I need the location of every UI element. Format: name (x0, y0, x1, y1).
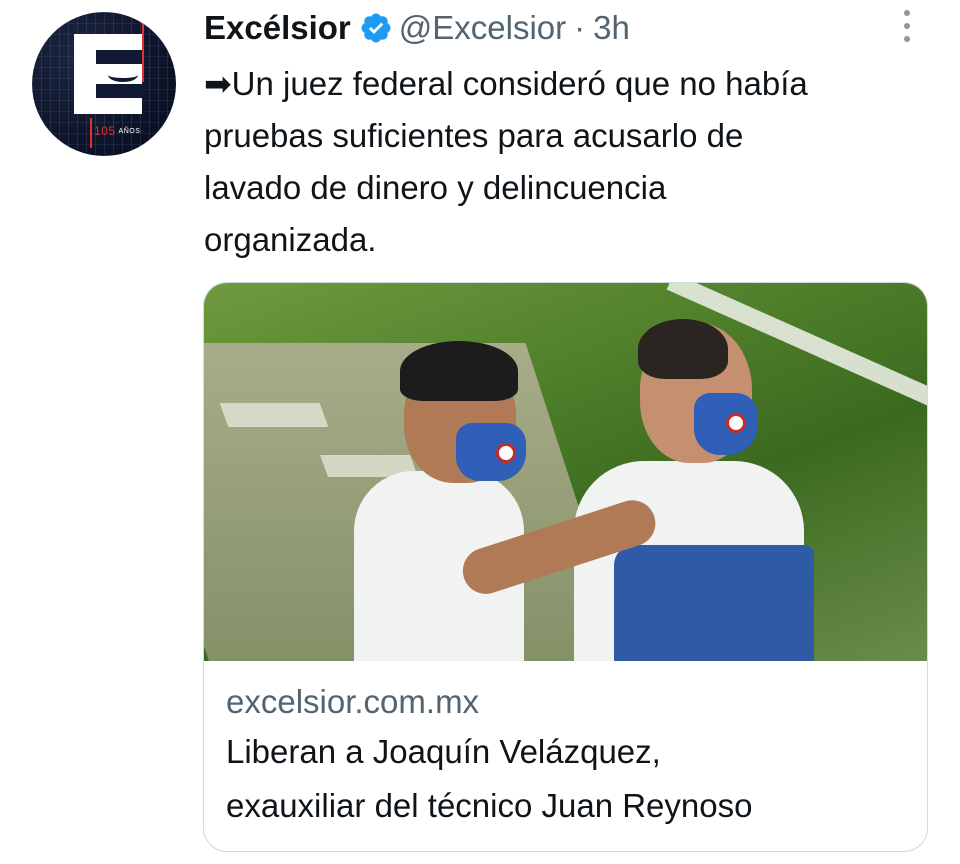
card-info[interactable]: excelsior.com.mx Liberan a Joaquín Veláz… (226, 679, 916, 833)
link-preview-card[interactable]: excelsior.com.mx Liberan a Joaquín Veláz… (203, 282, 928, 852)
anniversary-label: 105 AÑOS (94, 124, 140, 138)
tweet-header: Excélsior @Excelsior · 3h (204, 8, 630, 48)
author-handle[interactable]: @Excelsior (399, 9, 566, 47)
excelsior-logo-icon (74, 34, 142, 114)
author-name[interactable]: Excélsior (204, 9, 351, 47)
tweet-timestamp[interactable]: 3h (593, 9, 630, 47)
card-domain: excelsior.com.mx (226, 683, 480, 720)
more-options-icon[interactable] (895, 6, 919, 46)
avatar-accent-line (142, 22, 144, 82)
avatar-accent-line (90, 118, 92, 148)
header-separator: · (574, 9, 586, 46)
verified-badge-icon (361, 13, 391, 43)
card-title: Liberan a Joaquín Velázquez, exauxiliar … (226, 733, 753, 824)
tweet-text: ➡Un juez federal consideró que no había … (204, 65, 808, 258)
author-avatar[interactable]: 105 AÑOS (32, 12, 176, 156)
card-image[interactable] (204, 283, 927, 661)
anniversary-years: 105 (94, 124, 116, 138)
anniversary-word: AÑOS (118, 128, 141, 136)
